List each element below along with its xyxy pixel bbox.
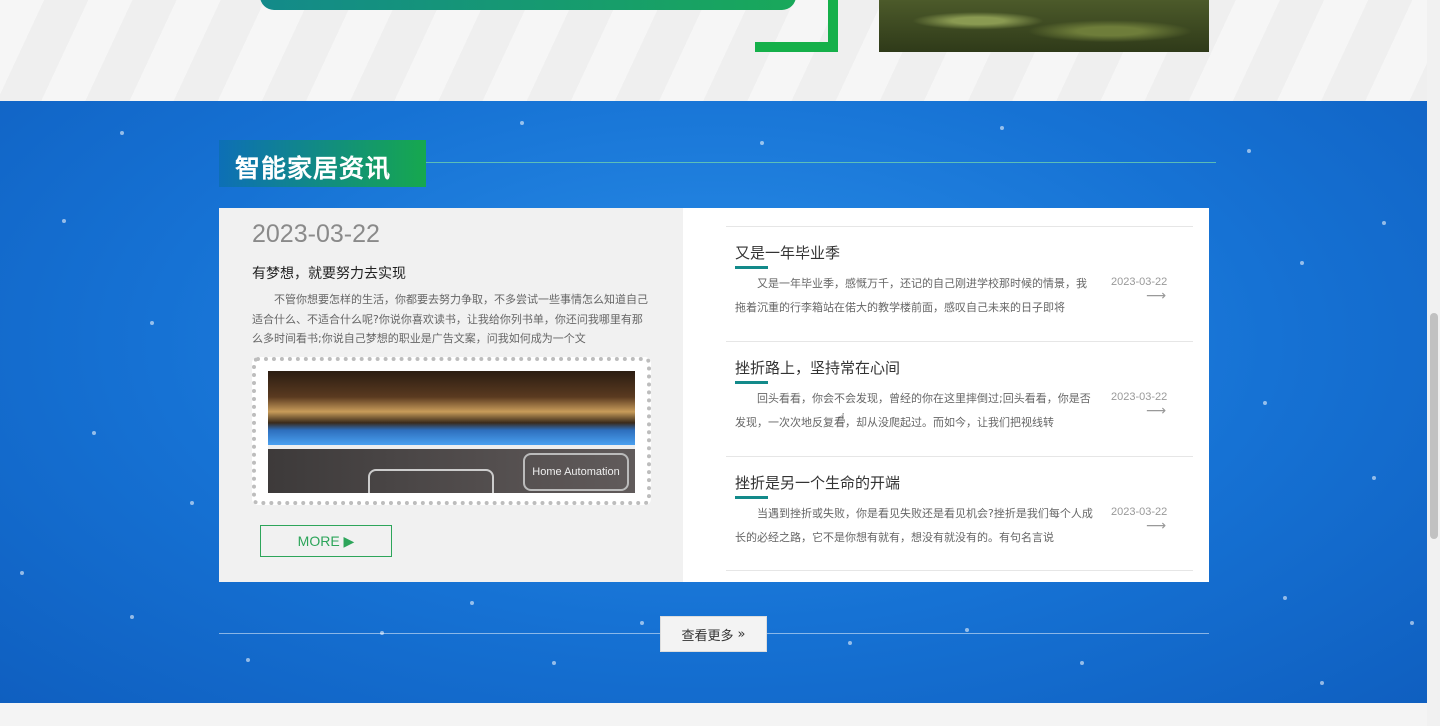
title-underline — [735, 381, 768, 384]
news-title[interactable]: 挫折路上，坚持常在心间 — [735, 357, 900, 378]
section-title: 智能家居资讯 — [235, 154, 392, 183]
previous-section-band — [0, 0, 1427, 101]
list-item[interactable]: 挫折路上，坚持常在心间 回头看看，你会不会发现，曾经的你在这里摔倒过;回头看看，… — [726, 341, 1193, 456]
news-title[interactable]: 又是一年毕业季 — [735, 242, 840, 263]
featured-article: 2023-03-22 有梦想，就要努力去实现 不管你想要怎样的生活，你都要去努力… — [219, 208, 683, 582]
decorative-gradient-bar — [260, 0, 796, 10]
featured-title[interactable]: 有梦想，就要努力去实现 — [252, 263, 406, 283]
featured-image-frame[interactable]: Home Automation — [252, 357, 651, 505]
double-chevron-right-icon: » — [737, 626, 746, 642]
arrow-right-icon[interactable]: ⟶ — [1146, 288, 1166, 304]
view-more-button[interactable]: 查看更多 » — [660, 616, 767, 652]
scrollbar-thumb[interactable] — [1430, 313, 1438, 539]
title-underline — [735, 496, 768, 499]
title-underline — [735, 266, 768, 269]
news-excerpt: 回头看看，你会不会发现，曾经的你在这里摔倒过;回头看看，你是否发现，一次次地反复… — [735, 392, 1091, 429]
news-list: 又是一年毕业季 又是一年毕业季，感慨万千，还记的自己刚进学校那时候的情景，我拖着… — [726, 226, 1193, 571]
news-date: 2023-03-22 — [1111, 276, 1168, 288]
title-divider — [426, 162, 1216, 163]
house-photo — [268, 371, 635, 445]
featured-date: 2023-03-22 — [252, 220, 380, 248]
featured-image: Home Automation — [268, 371, 635, 493]
plant-photo — [879, 0, 1209, 52]
news-title[interactable]: 挫折是另一个生命的开端 — [735, 472, 900, 493]
news-date: 2023-03-22 — [1111, 506, 1168, 518]
page: 智能家居资讯 2023-03-22 有梦想，就要努力去实现 不管你想要怎样的生活… — [0, 0, 1440, 726]
more-button[interactable]: MORE ▶ — [260, 525, 392, 557]
news-date: 2023-03-22 — [1111, 391, 1168, 403]
featured-excerpt: 不管你想要怎样的生活，你都要去努力争取，不多尝试一些事情怎么知道自己适合什么、不… — [252, 293, 648, 345]
news-excerpt: 又是一年毕业季，感慨万千，还记的自己刚进学校那时候的情景，我拖着沉重的行李箱站在… — [735, 277, 1087, 314]
page-scrollbar[interactable] — [1427, 0, 1440, 726]
list-item[interactable]: 又是一年毕业季 又是一年毕业季，感慨万千，还记的自己刚进学校那时候的情景，我拖着… — [726, 226, 1193, 341]
pointer-cursor-icon: ☝ — [837, 411, 846, 427]
news-excerpt: 当遇到挫折或失败，你是看见失败还是看见机会?挫折是我们每个人成长的必经之路，它不… — [735, 507, 1093, 544]
smart-home-news-section: 智能家居资讯 2023-03-22 有梦想，就要努力去实现 不管你想要怎样的生活… — [0, 101, 1427, 703]
arrow-right-icon[interactable]: ⟶ — [1146, 518, 1166, 534]
arrow-right-icon[interactable]: ⟶ — [1146, 403, 1166, 419]
news-panel: 2023-03-22 有梦想，就要努力去实现 不管你想要怎样的生活，你都要去努力… — [219, 208, 1209, 582]
image-caption: Home Automation — [523, 453, 629, 491]
home-icon-box — [368, 469, 494, 493]
view-more-label: 查看更多 — [681, 628, 734, 644]
decorative-green-bracket — [755, 0, 838, 52]
list-item[interactable]: 挫折是另一个生命的开端 当遇到挫折或失败，你是看见失败还是看见机会?挫折是我们每… — [726, 456, 1193, 571]
automation-strip: Home Automation — [268, 449, 635, 493]
